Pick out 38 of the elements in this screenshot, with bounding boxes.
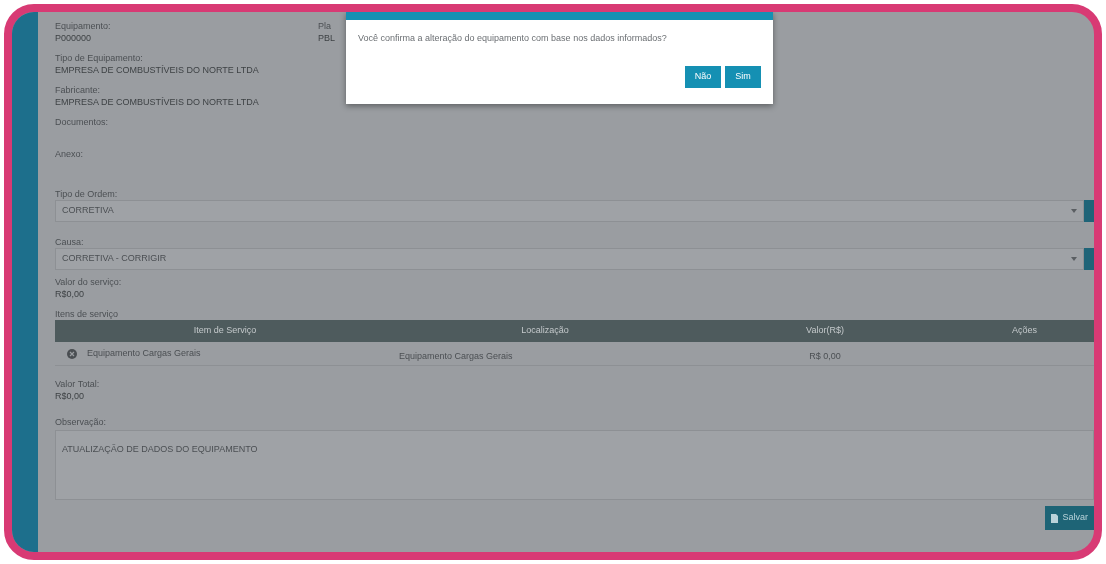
field-label: Valor Total: — [55, 378, 100, 390]
field-value: P000000 — [55, 32, 92, 44]
field-label: Itens de serviço — [55, 308, 119, 320]
dialog-button[interactable]: Sim — [725, 65, 761, 88]
field-value: R$0,00 — [55, 390, 85, 402]
column-header: Valor(R$) — [805, 324, 845, 338]
caret-icon — [1071, 257, 1077, 261]
notes-field[interactable]: ATUALIZAÇÃO DE DADOS DO EQUIPAMENTO — [55, 430, 1094, 500]
field-label: Observação: — [55, 416, 107, 428]
add-button[interactable] — [1084, 200, 1094, 222]
save-button[interactable]: Salvar — [1045, 506, 1094, 530]
field-value: PBL — [318, 32, 335, 44]
field-label: Tipo de Ordem: — [55, 188, 118, 200]
caret-icon — [1071, 209, 1077, 213]
select-field[interactable]: CORRETIVA — [55, 200, 1084, 222]
field-label: Valor do serviço: — [55, 276, 122, 288]
field-label: Documentos: — [55, 116, 109, 128]
field-value: EMPRESA DE COMBUSTÍVEIS DO NORTE LTDA — [55, 96, 259, 108]
column-header: Localização — [520, 324, 570, 338]
field-label: Equipamento: — [55, 20, 111, 32]
select-field[interactable]: CORRETIVA - CORRIGIR — [55, 248, 1084, 270]
file-icon — [1051, 513, 1059, 523]
dialog-button[interactable]: Não — [685, 65, 721, 88]
add-button[interactable] — [1084, 248, 1094, 270]
field-label: Pla — [318, 20, 331, 32]
field-label: Anexo: — [55, 148, 84, 160]
delete-icon[interactable] — [67, 349, 77, 359]
field-label: Fabricante: — [55, 84, 101, 96]
field-value: EMPRESA DE COMBUSTÍVEIS DO NORTE LTDA — [55, 64, 259, 76]
field-label: Causa: — [55, 236, 84, 248]
table-cell: Equipamento Cargas Gerais — [399, 351, 513, 361]
field-value: R$0,00 — [55, 288, 85, 300]
dialog-message: Você confirma a alteração do equipamento com base nos dados informados? — [358, 32, 668, 45]
field-label: Tipo de Equipamento: — [55, 52, 143, 64]
column-header: Ações — [1011, 324, 1038, 338]
table-cell: Equipamento Cargas Gerais — [87, 347, 201, 361]
table-cell: R$ 0,00 — [809, 351, 841, 361]
column-header: Item de Serviço — [192, 324, 258, 338]
